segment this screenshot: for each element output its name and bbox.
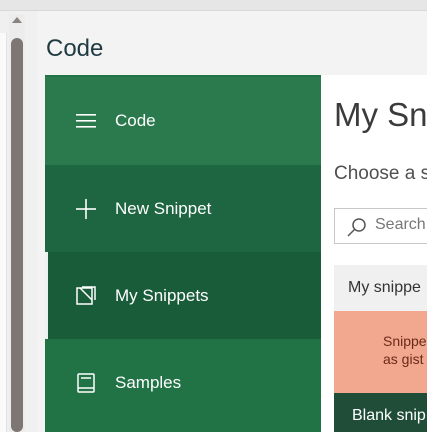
plus-icon <box>75 198 97 220</box>
addin-frame: Code New Snippet My Snippets Samples My … <box>45 75 427 432</box>
document-edge <box>0 33 7 432</box>
info-text-line-2: as gist <box>383 351 424 367</box>
window-top-strip <box>0 0 427 11</box>
search-box[interactable] <box>334 208 427 244</box>
nav-menu-toggle[interactable]: Code <box>45 77 321 165</box>
search-icon <box>347 217 367 237</box>
snippets-icon <box>75 285 97 307</box>
content-subtitle: Choose a s <box>334 163 427 184</box>
pane-title: Code <box>46 35 104 62</box>
active-indicator <box>45 252 48 340</box>
snippet-item-label: Blank snip <box>352 407 426 424</box>
snippet-list-item[interactable]: Blank snip <box>334 393 427 432</box>
gist-info-banner: Snippe as gist <box>334 311 427 393</box>
my-snippets-section-header[interactable]: My snippe <box>334 265 427 311</box>
scrollbar-thumb[interactable] <box>11 38 23 432</box>
content-panel: My Sn Choose a s My snippe Snippe as gis… <box>321 75 427 432</box>
nav-item-new-snippet[interactable]: New Snippet <box>45 165 321 253</box>
nav-item-label: Samples <box>115 373 182 392</box>
nav-item-my-snippets[interactable]: My Snippets <box>45 252 321 340</box>
nav-item-label: My Snippets <box>115 286 209 305</box>
nav-header-label: Code <box>115 111 156 130</box>
content-title: My Sn <box>334 96 427 133</box>
scroll-up-arrow-icon[interactable] <box>12 17 22 23</box>
navigation-menu: Code New Snippet My Snippets Samples <box>45 75 321 432</box>
book-icon <box>75 372 97 394</box>
hamburger-menu-icon <box>75 110 97 132</box>
section-label: My snippe <box>348 279 421 296</box>
nav-item-samples[interactable]: Samples <box>45 339 321 427</box>
search-input[interactable] <box>375 215 427 235</box>
info-text-line-1: Snippe <box>383 333 427 349</box>
nav-item-label: New Snippet <box>115 199 212 218</box>
